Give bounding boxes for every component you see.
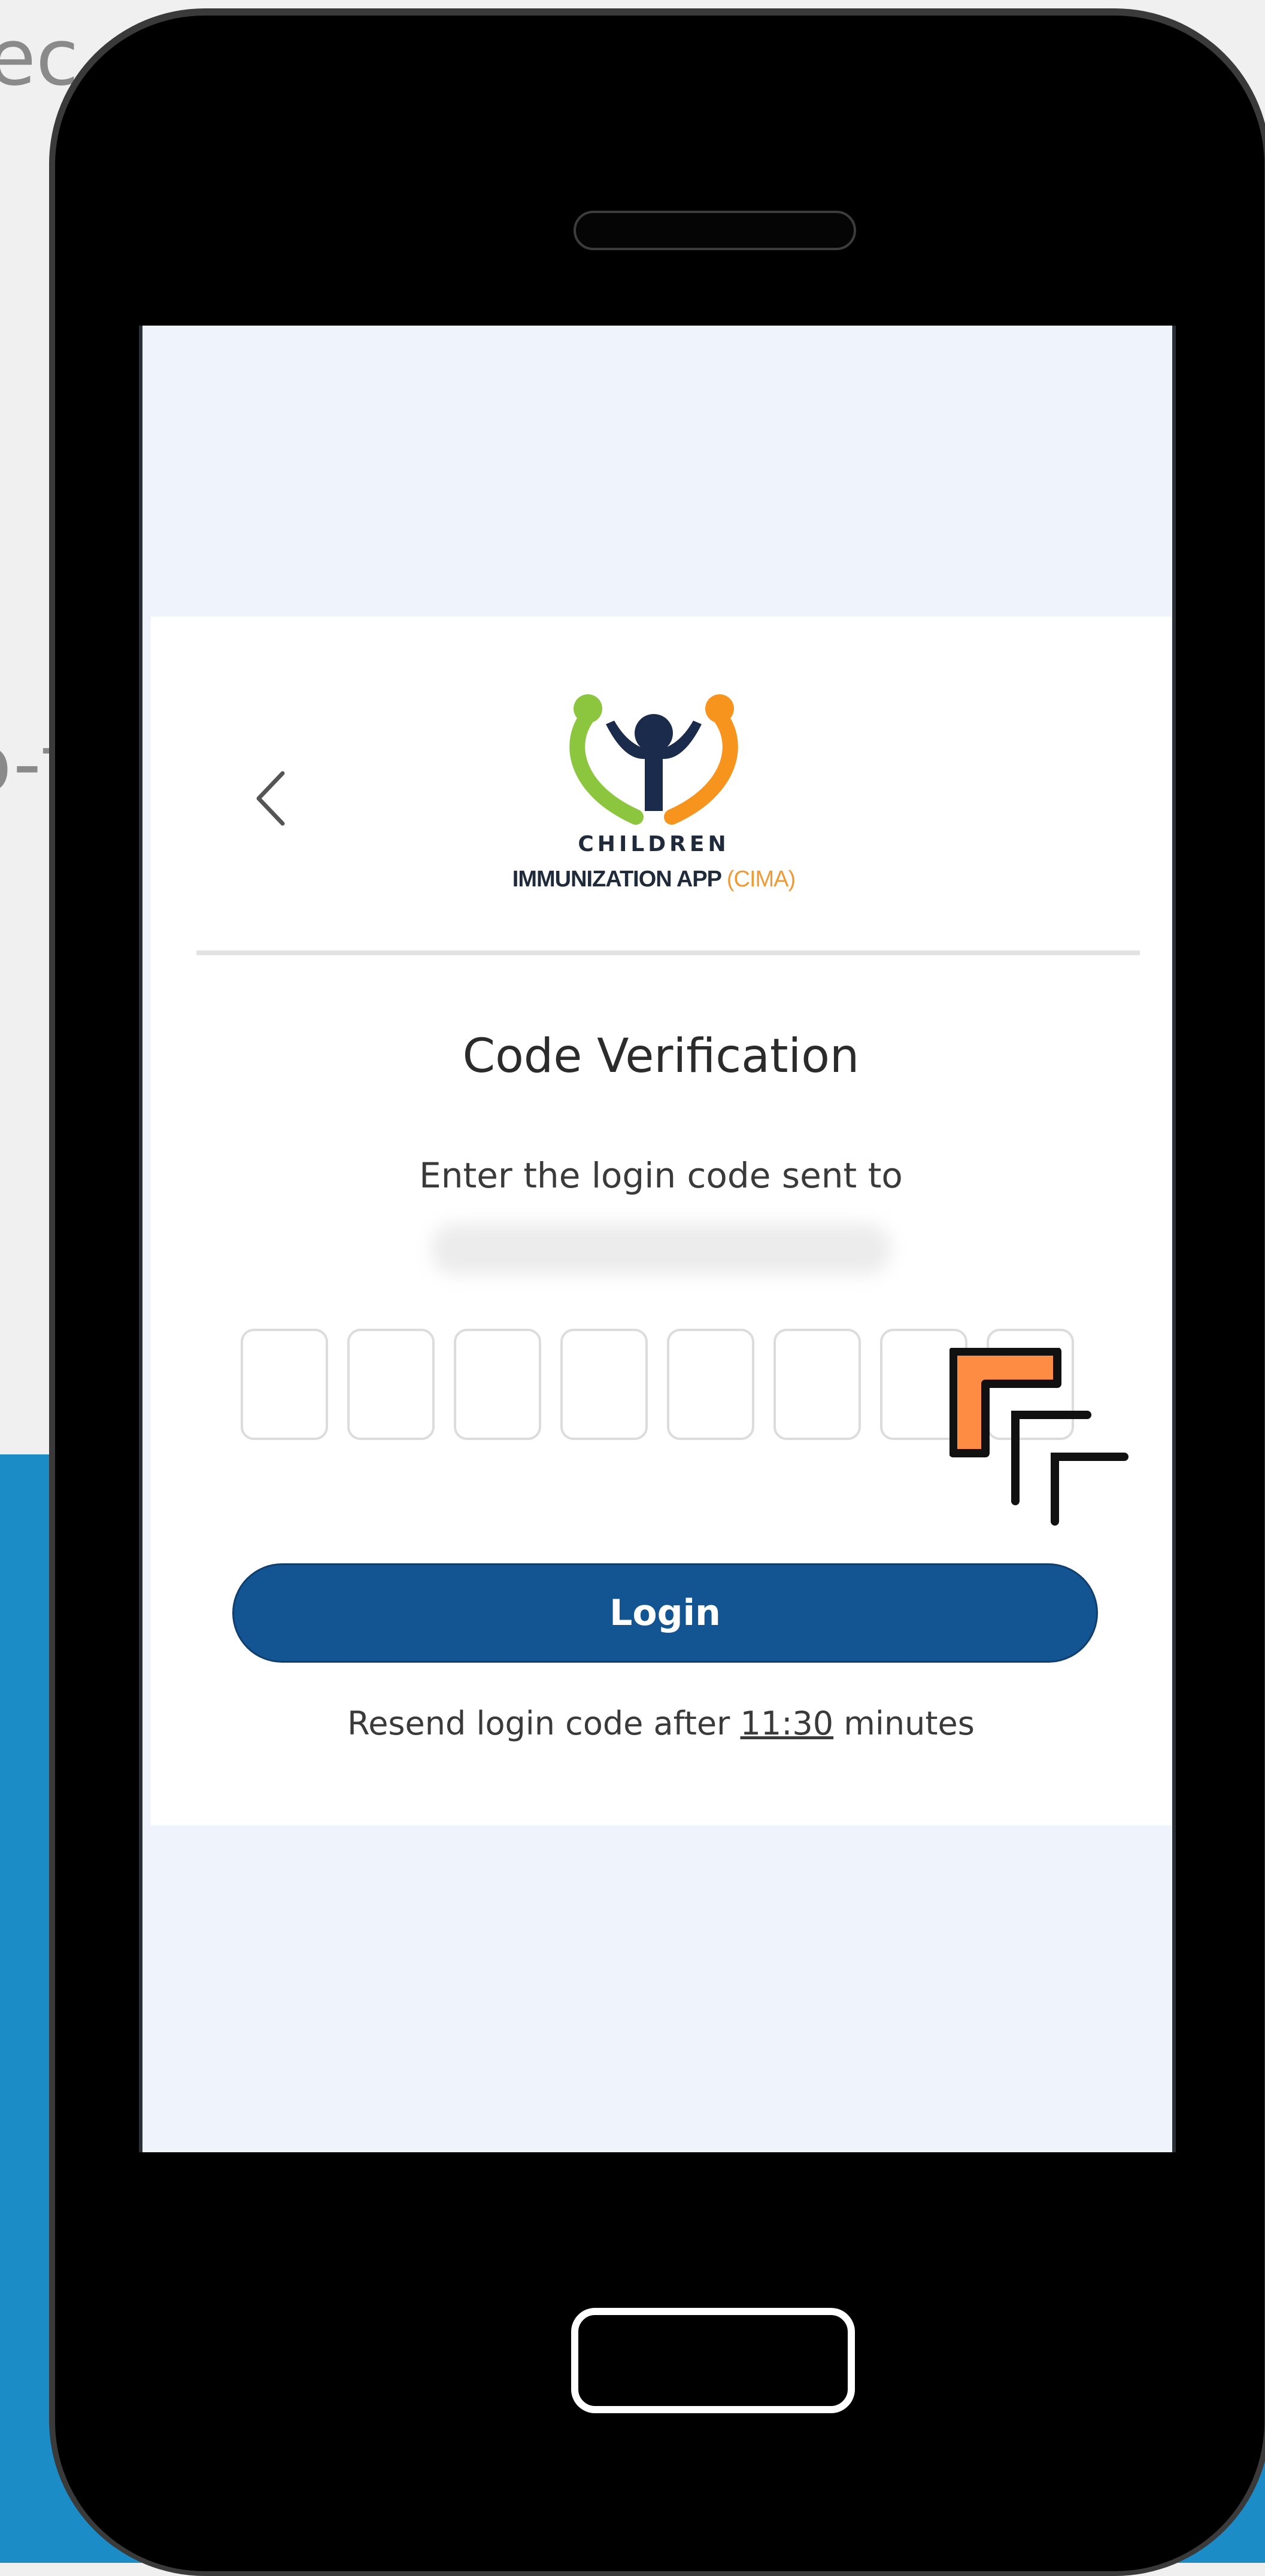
verification-card: CHILDREN IMMUNIZATION APP (CIMA) Code Ve… xyxy=(151,616,1171,1825)
phone-speaker xyxy=(574,211,856,250)
instruction-text: Enter the login code sent to xyxy=(419,1155,903,1196)
code-digit-input[interactable] xyxy=(773,1329,861,1440)
code-digit-input[interactable] xyxy=(454,1329,541,1440)
page-title: Code Verification xyxy=(462,1029,860,1083)
logo-app-abbrev: (CIMA) xyxy=(726,867,796,892)
phone-screen: CHILDREN IMMUNIZATION APP (CIMA) Code Ve… xyxy=(139,326,1176,2152)
resend-code-text: Resend login code after 11:30 minutes xyxy=(151,1705,1171,1742)
logo-emblem-icon xyxy=(569,694,738,825)
code-digit-input[interactable] xyxy=(667,1329,754,1440)
resend-timer: 11:30 xyxy=(740,1705,834,1742)
redacted-email xyxy=(431,1223,891,1275)
cursor-decoration-icon xyxy=(949,1348,1129,1526)
background-text-top: ec xyxy=(0,12,79,103)
logo-text-app-name: IMMUNIZATION APP (CIMA) xyxy=(474,867,833,892)
cima-logo: CHILDREN IMMUNIZATION APP (CIMA) xyxy=(474,688,833,904)
phone-home-button[interactable] xyxy=(571,2308,855,2413)
resend-suffix: minutes xyxy=(844,1705,975,1742)
resend-prefix: Resend login code after xyxy=(347,1705,730,1742)
back-button[interactable] xyxy=(241,757,301,840)
header-divider xyxy=(196,950,1140,955)
logo-text-children: CHILDREN xyxy=(578,832,730,856)
chevron-left-icon xyxy=(256,771,285,826)
code-digit-input[interactable] xyxy=(560,1329,648,1440)
code-digit-input[interactable] xyxy=(241,1329,328,1440)
logo-app-name-main: IMMUNIZATION APP xyxy=(512,867,722,892)
code-digit-input[interactable] xyxy=(347,1329,435,1440)
login-button[interactable]: Login xyxy=(232,1563,1098,1663)
